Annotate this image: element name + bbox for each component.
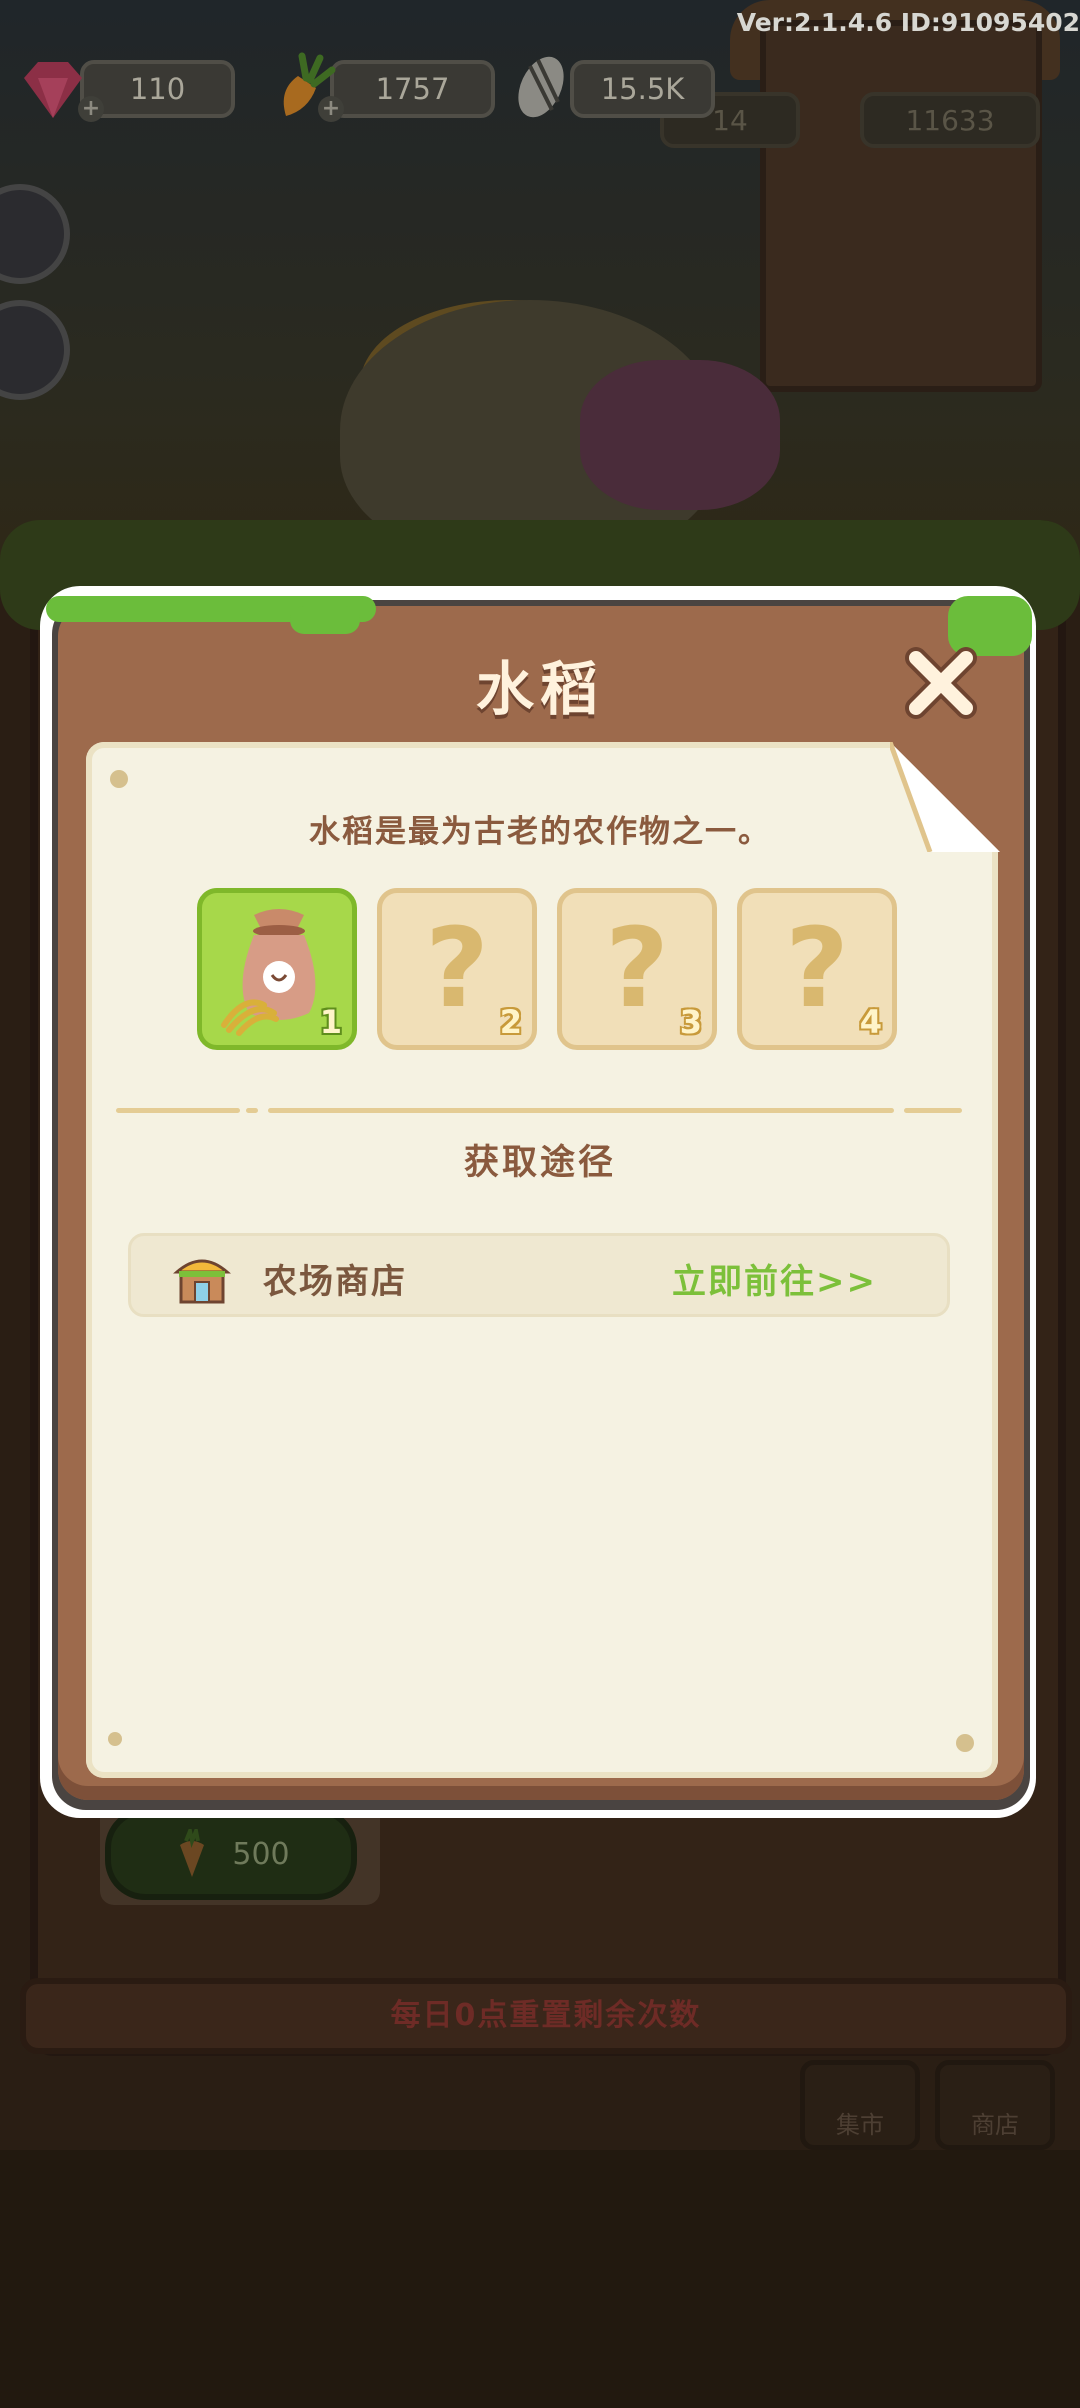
stage-slot-4[interactable]: ? 4 — [737, 888, 897, 1050]
ground — [0, 2150, 1080, 2408]
close-button[interactable] — [898, 640, 984, 726]
reset-notice: 每日0点重置剩余次数 — [20, 1978, 1072, 2054]
stage-slot-1[interactable]: 1 — [197, 888, 357, 1050]
gem-icon — [24, 62, 82, 118]
cost-button[interactable]: 500 — [105, 1808, 357, 1900]
gem-value: 110 — [129, 72, 186, 106]
shop-tile[interactable]: 商店 — [935, 2060, 1055, 2150]
paper-pin-top-left — [110, 770, 128, 788]
carrot-icon — [180, 1829, 205, 1877]
go-now-link[interactable]: 立即前往>> — [672, 1254, 877, 1303]
bg-extra-value: 14 — [712, 103, 748, 137]
market-tile[interactable]: 集市 — [800, 2060, 920, 2150]
source-name: 农场商店 — [263, 1262, 407, 1302]
farm-shop-icon — [173, 1259, 231, 1304]
sunflower-seed-icon — [518, 56, 564, 118]
paper-pin-bottom-left — [108, 1732, 122, 1746]
barn — [760, 20, 1042, 392]
seed-value: 15.5K — [600, 72, 685, 106]
cost-value: 500 — [232, 1836, 290, 1872]
version-label: Ver:2.1.4.6 ID:91095402 — [736, 8, 1080, 37]
divider-segment — [116, 1108, 240, 1113]
paper-pin-bottom-right — [956, 1734, 974, 1752]
reset-notice-text: 每日0点重置剩余次数 — [390, 1998, 702, 2033]
stage-number-3: 3 — [679, 1003, 702, 1041]
stage-number-1: 1 — [319, 1003, 342, 1041]
flower-bouquet — [580, 360, 780, 510]
stage-slot-3[interactable]: ? 3 — [557, 888, 717, 1050]
seed-counter[interactable]: 15.5K — [570, 60, 715, 118]
stage-number-2: 2 — [499, 1003, 522, 1041]
divider-segment — [268, 1108, 894, 1113]
divider-segment — [246, 1108, 258, 1113]
acquisition-section-title: 获取途径 — [463, 1143, 616, 1183]
shop-tile-label: 商店 — [971, 2111, 1019, 2139]
bg-coin-counter: 11633 — [860, 92, 1040, 148]
bg-coin-value: 11633 — [905, 103, 995, 137]
carrot-counter[interactable]: 1757 — [330, 60, 495, 118]
grass-vine-tuft — [290, 606, 360, 634]
crop-description: 水稻是最为古老的农作物之一。 — [309, 814, 771, 850]
divider-segment — [904, 1108, 962, 1113]
close-icon — [905, 647, 977, 719]
source-farm-shop-row[interactable]: 农场商店 立即前往>> — [128, 1233, 950, 1317]
stage-number-4: 4 — [859, 1003, 882, 1041]
carrot-value: 1757 — [375, 72, 450, 106]
carrot-plus-icon[interactable]: + — [318, 96, 344, 122]
gem-plus-icon[interactable]: + — [78, 96, 104, 122]
stage-slot-2[interactable]: ? 2 — [377, 888, 537, 1050]
market-tile-label: 集市 — [836, 2111, 884, 2139]
